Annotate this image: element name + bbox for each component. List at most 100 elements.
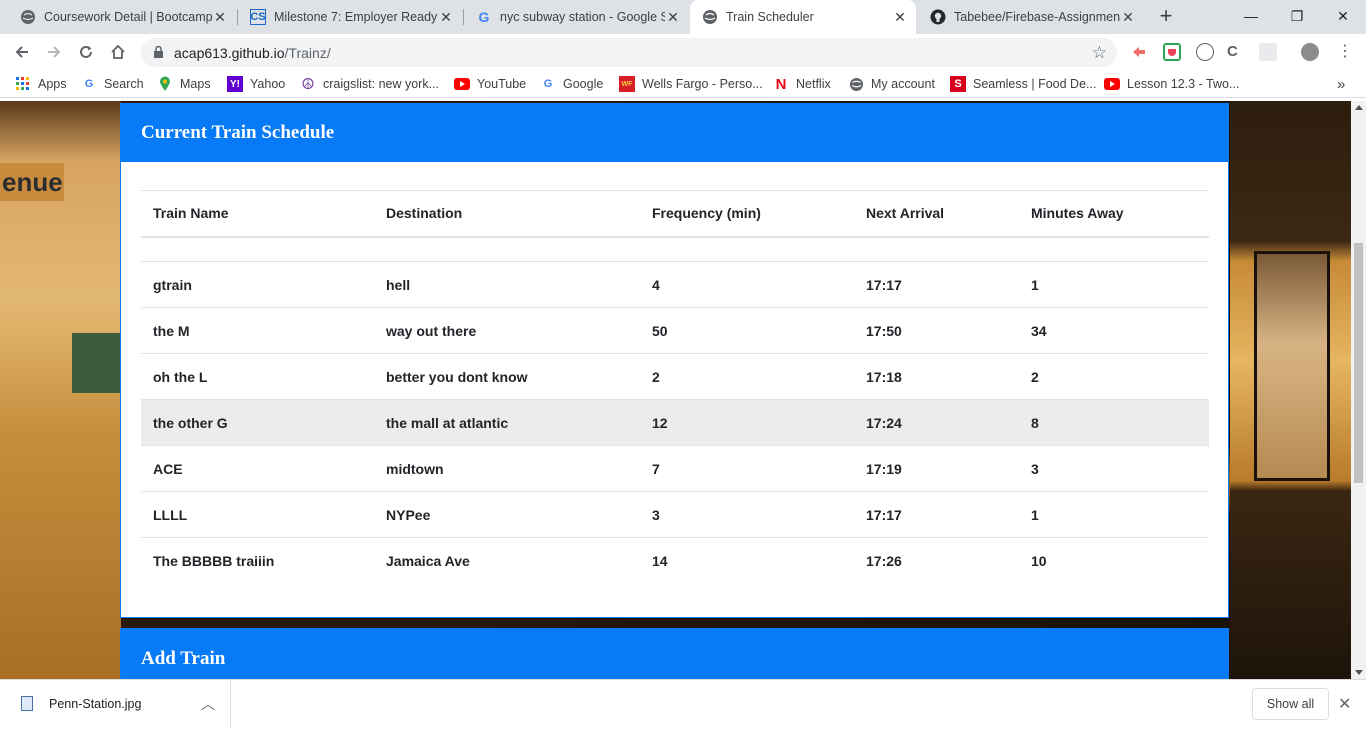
- scroll-down-arrow-icon[interactable]: [1355, 670, 1363, 675]
- extension-arrow-icon[interactable]: [1130, 43, 1148, 61]
- table-row: The BBBBB traiiin Jamaica Ave 14 17:26 1…: [141, 537, 1209, 584]
- cell-destination: Jamaica Ave: [374, 537, 640, 584]
- close-tab-icon[interactable]: ✕: [1120, 9, 1136, 26]
- cell-frequency: 3: [640, 491, 854, 538]
- cell-frequency: 50: [640, 307, 854, 354]
- forward-arrow-icon[interactable]: [40, 38, 68, 66]
- profile-avatar[interactable]: [1301, 43, 1319, 61]
- globe-icon: [20, 9, 36, 25]
- bookmark-seamless[interactable]: S Seamless | Food De...: [950, 75, 1096, 93]
- cell-next-arrival: 17:24: [854, 399, 1019, 446]
- cell-destination: hell: [374, 261, 640, 308]
- new-tab-button[interactable]: +: [1154, 5, 1178, 29]
- bookmark-star-icon[interactable]: ☆: [1092, 43, 1107, 63]
- scrollbar-thumb[interactable]: [1354, 243, 1363, 483]
- column-header: Destination: [374, 190, 640, 238]
- bookmark-yahoo[interactable]: Y! Yahoo: [227, 75, 285, 93]
- column-header: Train Name: [141, 190, 374, 238]
- bookmark-label: Seamless | Food De...: [973, 77, 1097, 91]
- close-tab-icon[interactable]: ✕: [438, 9, 454, 26]
- extension-pocket-icon[interactable]: [1163, 43, 1181, 61]
- table-row: the M way out there 50 17:50 34: [141, 307, 1209, 354]
- minimize-button[interactable]: —: [1228, 0, 1274, 32]
- globe-icon: [702, 9, 718, 25]
- back-arrow-icon[interactable]: [8, 38, 36, 66]
- url-path: /Trainz/: [284, 45, 331, 61]
- bookmark-craigslist[interactable]: ☮ craigslist: new york...: [300, 75, 439, 93]
- close-window-button[interactable]: ✕: [1320, 0, 1366, 32]
- cell-frequency: 7: [640, 445, 854, 492]
- background-green-sign: [72, 333, 122, 393]
- cell-frequency: 14: [640, 537, 854, 584]
- page-scrollbar[interactable]: [1351, 101, 1366, 679]
- extension-grey-icon[interactable]: [1259, 43, 1277, 61]
- cell-minutes-away: 10: [1019, 537, 1209, 584]
- table-row: oh the L better you dont know 2 17:18 2: [141, 353, 1209, 400]
- cs-icon: CS: [250, 9, 266, 25]
- image-file-icon: [21, 696, 33, 711]
- google-icon: G: [478, 9, 490, 25]
- train-table: Train Name Destination Frequency (min) N…: [141, 190, 1209, 584]
- bookmark-google[interactable]: G Google: [540, 75, 604, 93]
- cell-destination: NYPee: [374, 491, 640, 538]
- column-header: Frequency (min): [640, 190, 854, 238]
- cell-minutes-away: 8: [1019, 399, 1209, 446]
- cell-train-name: ACE: [141, 445, 374, 492]
- tab-google-search[interactable]: G nyc subway station - Google Se ✕: [464, 0, 689, 34]
- cell-train-name: LLLL: [141, 491, 374, 538]
- tab-coursework[interactable]: Coursework Detail | Bootcamp ✕: [8, 0, 236, 34]
- cell-minutes-away: 2: [1019, 353, 1209, 400]
- close-shelf-icon[interactable]: ✕: [1338, 694, 1351, 714]
- url-host: acap613.github.io: [174, 45, 285, 61]
- table-spacer-row: [141, 237, 1209, 262]
- cell-train-name: the other G: [141, 399, 374, 446]
- cell-next-arrival: 17:18: [854, 353, 1019, 400]
- reload-icon[interactable]: [72, 38, 100, 66]
- bookmark-apps[interactable]: Apps: [15, 75, 67, 93]
- table-row: LLLL NYPee 3 17:17 1: [141, 491, 1209, 538]
- bookmark-youtube[interactable]: YouTube: [454, 75, 526, 93]
- bookmarks-overflow-button[interactable]: »: [1337, 75, 1345, 93]
- add-train-panel: Add Train: [120, 628, 1229, 679]
- bookmark-netflix[interactable]: N Netflix: [773, 75, 831, 93]
- apps-icon: [15, 76, 31, 92]
- bookmark-maps[interactable]: Maps: [157, 75, 211, 93]
- cell-next-arrival: 17:26: [854, 537, 1019, 584]
- bookmark-wells-fargo[interactable]: WF Wells Fargo - Perso...: [619, 75, 763, 93]
- extension-circle-icon[interactable]: [1196, 43, 1214, 61]
- close-tab-icon[interactable]: ✕: [665, 9, 681, 26]
- bookmark-search[interactable]: G Search: [81, 75, 144, 93]
- maximize-button[interactable]: ❐: [1274, 0, 1320, 32]
- close-tab-icon[interactable]: ✕: [212, 9, 228, 26]
- close-tab-icon[interactable]: ✕: [892, 9, 908, 26]
- extension-c-icon[interactable]: C: [1227, 43, 1245, 61]
- table-header-row: Train Name Destination Frequency (min) N…: [141, 190, 1209, 238]
- address-bar[interactable]: acap613.github.io/Trainz/ ☆: [141, 38, 1117, 67]
- background-station-sign: enue: [0, 163, 64, 201]
- menu-kebab-icon[interactable]: ⋮: [1336, 43, 1354, 61]
- bookmark-my-account[interactable]: My account: [848, 75, 935, 93]
- tab-train-scheduler[interactable]: Train Scheduler ✕: [690, 0, 916, 34]
- page-viewport: enue Current Train Schedule Train Name D…: [0, 101, 1351, 679]
- show-all-button[interactable]: Show all: [1252, 688, 1329, 720]
- home-icon[interactable]: [104, 38, 132, 66]
- scroll-up-arrow-icon[interactable]: [1355, 105, 1363, 110]
- bookmark-lesson[interactable]: Lesson 12.3 - Two...: [1104, 75, 1239, 93]
- chevron-up-icon[interactable]: ︿: [201, 694, 215, 714]
- table-row: ACE midtown 7 17:19 3: [141, 445, 1209, 492]
- bookmark-label: Netflix: [796, 77, 831, 91]
- cell-next-arrival: 17:17: [854, 261, 1019, 308]
- column-header: Next Arrival: [854, 190, 1019, 238]
- cell-train-name: the M: [141, 307, 374, 354]
- cell-next-arrival: 17:17: [854, 491, 1019, 538]
- tab-github[interactable]: Tabebee/Firebase-Assignment ✕: [918, 0, 1144, 34]
- cell-train-name: gtrain: [141, 261, 374, 308]
- tab-strip: Coursework Detail | Bootcamp ✕ CS Milest…: [0, 0, 1366, 34]
- cell-destination: better you dont know: [374, 353, 640, 400]
- tab-milestone[interactable]: CS Milestone 7: Employer Ready ✕: [238, 0, 462, 34]
- yahoo-icon: Y!: [227, 76, 243, 92]
- cell-train-name: oh the L: [141, 353, 374, 400]
- cell-destination: way out there: [374, 307, 640, 354]
- schedule-heading: Current Train Schedule: [121, 104, 1228, 162]
- download-item[interactable]: Penn-Station.jpg ︿: [0, 680, 231, 729]
